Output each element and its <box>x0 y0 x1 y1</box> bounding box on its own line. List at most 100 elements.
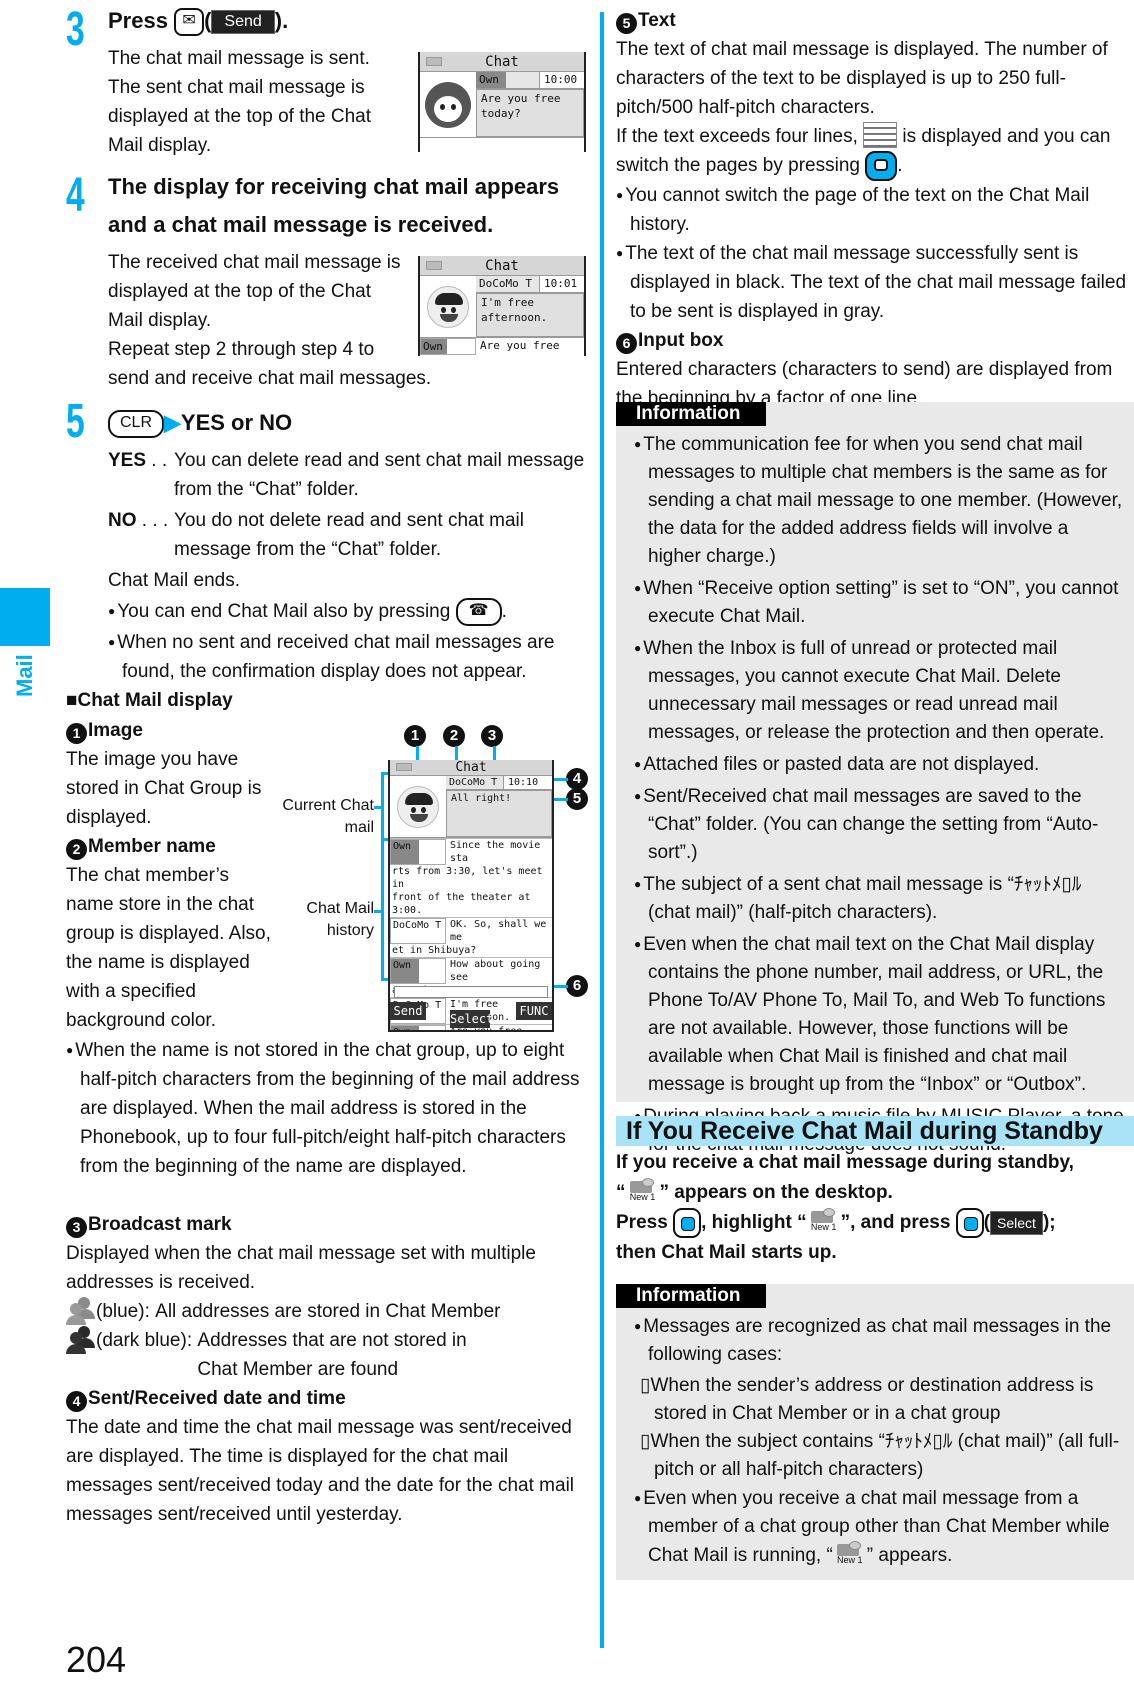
step4-heading-line: and a chat mail message is received. <box>108 212 494 237</box>
information-item: Attached files or pasted data are not di… <box>634 750 1126 779</box>
bullet-suffix: . <box>501 601 507 622</box>
mail-status-icon <box>396 763 412 771</box>
step5-heading: CLR ▶YES or NO <box>108 404 292 442</box>
section-label: Mail <box>12 654 37 698</box>
chat-mail-display-heading: ■Chat Mail display <box>66 686 233 715</box>
yes-label: YES <box>108 450 147 471</box>
label-chat-mail-history: Chat Mail history <box>306 900 374 939</box>
circled-number: 6 <box>616 333 637 354</box>
standby-line: ”, and press <box>840 1212 951 1234</box>
information-item: The communication fee for when you send … <box>634 430 1126 571</box>
information-item: Messages are recognized as chat mail mes… <box>634 1312 1126 1369</box>
input-box[interactable] <box>394 986 548 998</box>
item-title: Sent/Received date and time <box>88 1388 346 1409</box>
navigation-key-icon <box>865 151 898 181</box>
new-label: New 1 <box>810 1222 837 1233</box>
item-text: The chat member’s name store in the chat… <box>66 865 271 1031</box>
step5-heading-text: YES or NO <box>180 410 293 435</box>
history-entry: DoCoMo T OK. So, shall we me <box>390 917 552 944</box>
history-name: Own <box>420 338 476 355</box>
new-label: New 1 <box>837 1555 863 1565</box>
section-title-bar: If You Receive Chat Mail during Standby <box>616 1116 1134 1146</box>
step-number-3: 3 <box>66 3 85 56</box>
screen-title: Chat <box>485 54 519 70</box>
item-member-name-bullet: When the name is not stored in the chat … <box>66 1036 586 1181</box>
item-text: . <box>897 155 903 177</box>
mark-desc: All addresses are stored in Chat Member <box>155 1301 501 1322</box>
step4-line: displayed at the top of the Chat <box>108 281 372 302</box>
end-key-icon: ☎ <box>455 597 502 626</box>
information-list: Messages are recognized as chat mail mes… <box>616 1308 1134 1579</box>
no-text: You do not delete read and sent chat mai… <box>174 510 524 531</box>
step5-options: YES . . You can delete read and sent chat… <box>108 446 598 686</box>
quote: “ <box>616 1182 626 1203</box>
step-number-4: 4 <box>66 169 85 222</box>
item-title: Member name <box>88 836 216 857</box>
step4-heading-line: The display for receiving chat mail appe… <box>108 174 560 199</box>
avatar-image <box>390 776 446 837</box>
callout-1: 1 <box>404 725 426 747</box>
screen-title-bar: Chat <box>420 256 584 276</box>
bullet-text: You can end Chat Mail also by pressing <box>117 601 451 622</box>
history-name: Own <box>390 839 446 865</box>
item-broadcast: 3 Broadcast mark Displayed when the chat … <box>66 1210 586 1529</box>
sent-time: 10:01 <box>544 277 578 290</box>
item-text: The date and time the chat mail message … <box>66 1417 575 1525</box>
circled-number: 4 <box>66 1391 87 1412</box>
callout-tick <box>374 910 382 913</box>
step5-bullet: You can end Chat Mail also by pressing ☎… <box>108 597 598 626</box>
history-text-continued: front of the theater at 3:00. <box>392 892 531 916</box>
item-title: Image <box>88 720 143 741</box>
page-number: 204 <box>66 1639 127 1680</box>
information-item: The subject of a sent chat mail message … <box>634 870 1126 927</box>
standby-line: ” appears on the desktop. <box>659 1182 893 1203</box>
press-label: Press <box>616 1212 668 1234</box>
new-label: New 1 <box>629 1192 656 1202</box>
information-item: Sent/Received chat mail messages are sav… <box>634 782 1126 867</box>
item-title: Input box <box>638 330 724 351</box>
bracket-line <box>381 772 384 980</box>
circled-number: 3 <box>66 1217 87 1238</box>
send-softkey: Send <box>211 10 275 35</box>
history-name: DoCoMo T <box>390 918 446 944</box>
item-text: The text of chat mail message is display… <box>616 39 1108 118</box>
item-image: 1 Image The image you have stored in Chat… <box>66 716 276 1035</box>
mark-color: (dark blue): <box>96 1330 193 1351</box>
no-label: NO <box>108 510 137 531</box>
item-text: If the text exceeds four lines, <box>616 126 858 147</box>
callout-6: 6 <box>566 975 588 997</box>
message-text: I'm free afternoon. <box>476 293 584 337</box>
step3-screenshot: Chat Own 10:00 Are you free today? <box>418 52 586 152</box>
avatar-image <box>420 72 476 137</box>
character-face-icon <box>397 785 439 828</box>
step3-line: The sent chat mail message is <box>108 77 365 98</box>
page-switch-icon <box>863 122 898 148</box>
softkey-send[interactable]: Send <box>390 1002 426 1020</box>
mark-color: (blue): <box>96 1301 150 1322</box>
item-bullet: You cannot switch the page of the text o… <box>616 181 1131 239</box>
screen-title: Chat <box>485 258 519 274</box>
softkey-func[interactable]: FUNC <box>516 1002 552 1020</box>
step4-line: send and receive chat mail messages. <box>108 368 432 389</box>
screen-title-bar: Chat <box>390 760 552 776</box>
column-divider <box>600 12 604 1648</box>
new-chat-mail-icon: New 1 <box>626 1178 660 1204</box>
information-box-2: Information Messages are recognized as c… <box>616 1284 1134 1580</box>
standby-line: , highlight “ <box>701 1212 807 1234</box>
chat-mail-ends: Chat Mail ends. <box>108 570 241 591</box>
history-text: OK. So, shall we me <box>450 919 547 943</box>
current-chat-mail: DoCoMo T 10:10 All right! <box>390 776 552 838</box>
information-tag: Information <box>616 1284 766 1308</box>
step4-line: Mail display. <box>108 310 212 331</box>
mail-status-icon <box>426 57 442 66</box>
callout-2: 2 <box>443 725 465 747</box>
standby-line: then Chat Mail starts up. <box>616 1242 837 1264</box>
sent-time: 10:00 <box>544 73 578 86</box>
broadcast-blue-icon <box>66 1297 96 1325</box>
center-key-icon <box>955 1208 984 1238</box>
step4-screenshot: Chat DoCoMo T 10:01 I'm free afternoon. O… <box>418 256 586 356</box>
select-softkey: Select <box>990 1211 1043 1235</box>
yes-text: from the “Chat” folder. <box>174 479 359 500</box>
softkey-select[interactable]: Select <box>450 1010 493 1028</box>
step3-press-label: Press <box>108 8 168 33</box>
